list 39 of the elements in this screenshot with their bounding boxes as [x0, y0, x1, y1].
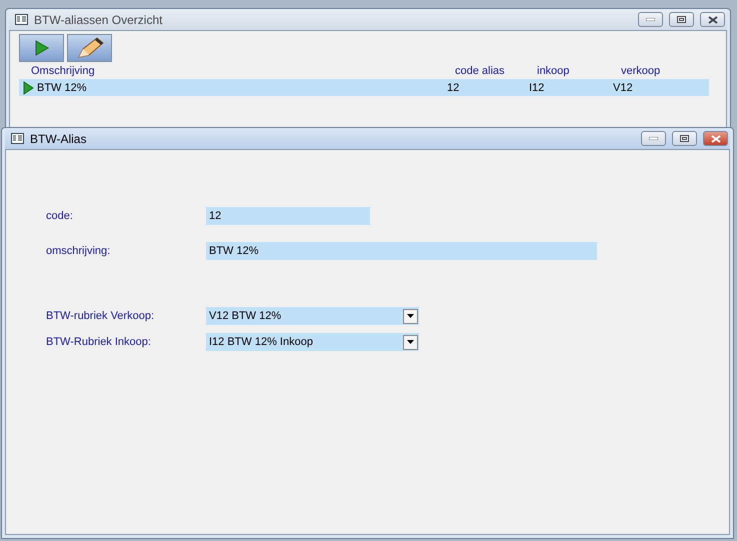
column-header: Omschrijving	[30, 64, 96, 79]
maximize-button[interactable]	[672, 131, 697, 146]
text-field[interactable]: BTW 12%	[206, 242, 597, 260]
maximize-button[interactable]	[669, 12, 694, 27]
window-title: BTW-aliassen Overzicht	[34, 12, 164, 26]
field-label: BTW-Rubriek Inkoop:	[46, 336, 152, 348]
current-row-icon	[23, 80, 34, 94]
field-label: code:	[46, 210, 74, 222]
close-button[interactable]	[703, 131, 728, 146]
close-button[interactable]	[700, 12, 725, 27]
minimize-icon	[646, 18, 655, 21]
column-header: inkoop	[536, 64, 570, 79]
form-icon	[15, 14, 28, 25]
text-field[interactable]: 12	[206, 207, 370, 225]
dropdown-arrow-icon	[407, 314, 414, 318]
maximize-icon	[680, 135, 689, 142]
dropdown-arrow-icon	[407, 340, 414, 344]
form-icon	[11, 133, 24, 144]
dropdown-field[interactable]: V12 BTW 12%	[206, 307, 419, 325]
minimize-icon	[649, 137, 658, 140]
maximize-icon	[677, 16, 686, 23]
close-icon	[710, 134, 720, 142]
table-row[interactable]: BTW 12% 12 I12 V12	[19, 79, 709, 96]
minimize-button[interactable]	[638, 12, 663, 27]
column-header: verkoop	[620, 64, 662, 79]
window-title: BTW-Alias	[30, 132, 88, 146]
close-icon	[708, 16, 718, 24]
dropdown-field[interactable]: I12 BTW 12% Inkoop	[206, 333, 419, 351]
table-cell: V12	[613, 82, 633, 94]
table-cell: BTW 12%	[37, 82, 87, 94]
field-label: BTW-rubriek Verkoop:	[46, 310, 156, 322]
table-cell: I12	[529, 82, 544, 94]
play-icon	[34, 40, 48, 56]
table-cell: 12	[447, 82, 460, 94]
column-header: code alias	[454, 64, 506, 79]
field-label: omschrijving:	[46, 245, 112, 257]
edit-button[interactable]	[67, 34, 112, 62]
minimize-button[interactable]	[641, 131, 666, 146]
run-button[interactable]	[19, 34, 64, 62]
